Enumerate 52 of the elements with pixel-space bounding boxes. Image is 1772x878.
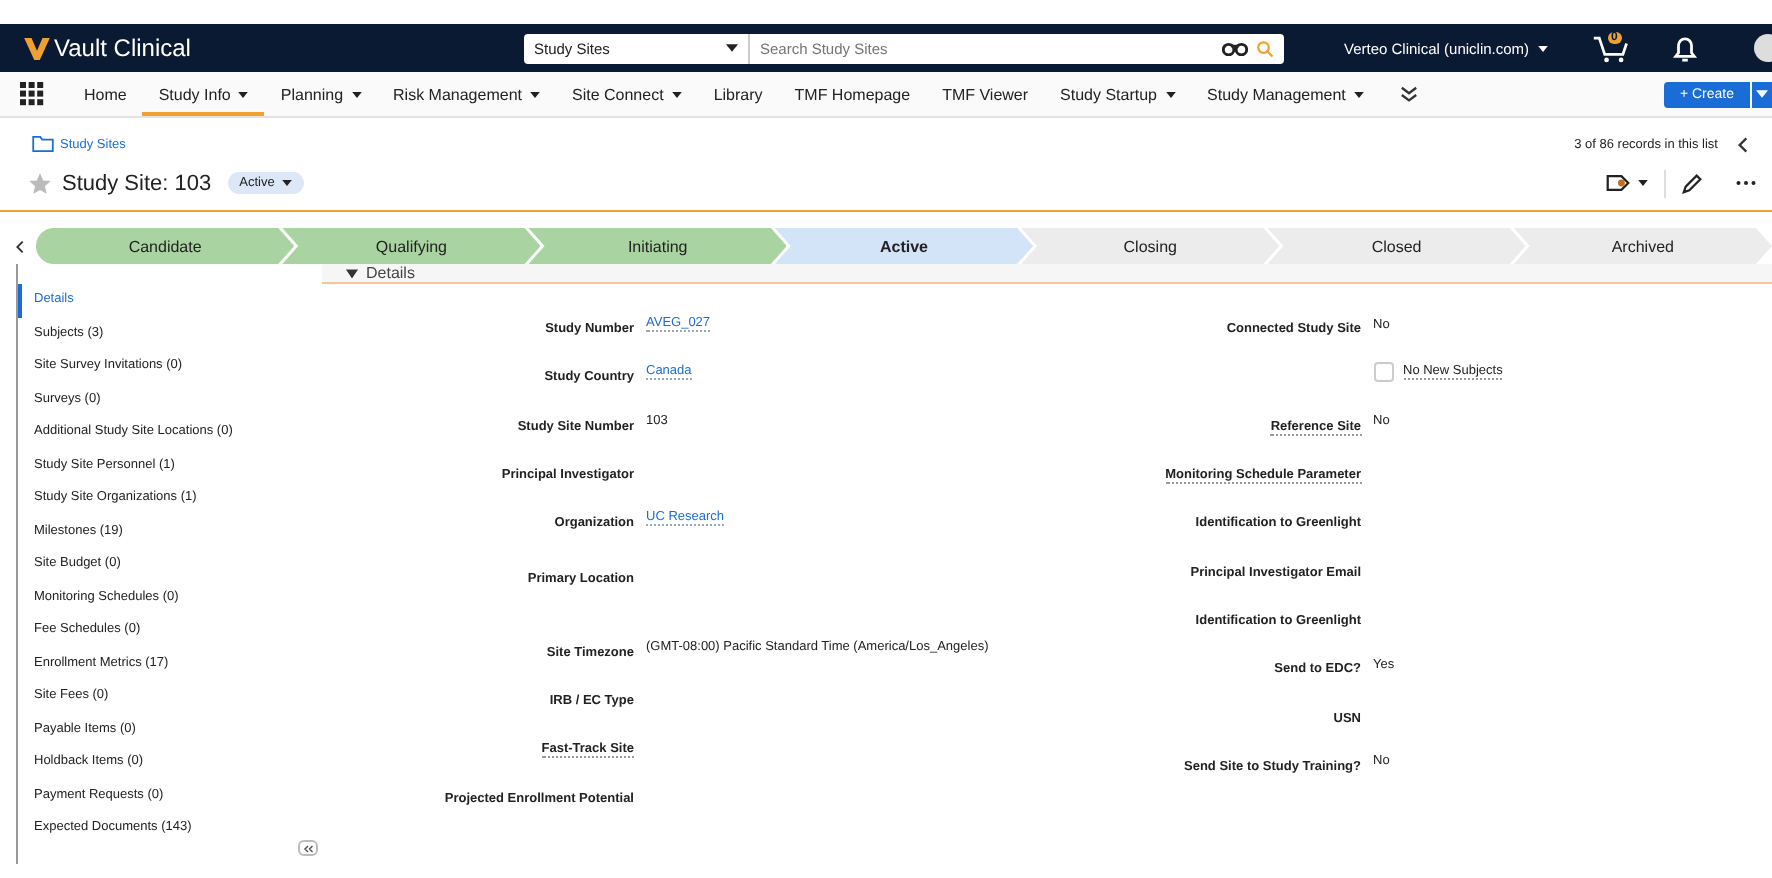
more-actions-button[interactable] <box>1736 180 1756 186</box>
section-title: Details <box>366 264 415 282</box>
caret-icon <box>1638 180 1648 186</box>
chevron-left-icon <box>1738 135 1748 153</box>
caret-icon <box>351 91 362 97</box>
lifecycle-stage: Closing <box>1021 228 1280 264</box>
create-dropdown-button[interactable] <box>1752 81 1772 107</box>
chevron-left-icon[interactable] <box>16 239 24 253</box>
nav-tab[interactable]: Site Connect <box>556 72 698 116</box>
nav-tab[interactable]: TMF Viewer <box>926 72 1045 116</box>
caret-icon <box>726 44 738 52</box>
checkbox[interactable] <box>1373 362 1393 383</box>
nav-tab[interactable]: Study Startup <box>1044 72 1192 116</box>
app-logo: Vault Clinical <box>54 34 191 62</box>
double-chevron-left-icon <box>302 843 314 853</box>
caret-icon <box>671 91 682 97</box>
caret-icon <box>282 180 293 186</box>
caret-icon <box>1537 45 1548 51</box>
tag-dropdown-button[interactable] <box>1606 174 1648 192</box>
nav-tab[interactable]: Library <box>697 72 779 116</box>
caret-icon <box>1165 91 1176 97</box>
more-icon <box>1736 180 1756 186</box>
folder-icon <box>32 136 54 152</box>
double-chevron-icon[interactable] <box>1399 85 1418 103</box>
lifecycle-stage: Closed <box>1267 228 1526 264</box>
lifecycle-stage: Qualifying <box>282 228 541 264</box>
nav-tab[interactable]: Study Info <box>142 72 265 116</box>
cart-icon <box>1591 33 1632 63</box>
nav-tab[interactable]: Planning <box>264 72 378 116</box>
tag-icon <box>1606 174 1630 192</box>
record-title: Study Site: 103 <box>62 171 212 195</box>
edit-button[interactable] <box>1682 172 1704 194</box>
caret-icon <box>1353 91 1364 97</box>
nav-tab[interactable]: Risk Management <box>377 72 556 116</box>
star-icon[interactable] <box>28 171 52 195</box>
v-logo-icon <box>24 37 50 59</box>
collapse-sidebar-button[interactable] <box>298 840 318 856</box>
caret-icon <box>530 91 540 97</box>
nav-tab[interactable]: TMF Homepage <box>778 72 927 116</box>
lifecycle-stage: Initiating <box>528 228 787 264</box>
app-grid-icon[interactable] <box>20 82 44 106</box>
notification-bell-icon[interactable] <box>1671 33 1698 63</box>
pencil-icon <box>1682 172 1704 194</box>
lifecycle-stage: Archived <box>1513 228 1772 264</box>
nav-tab[interactable]: Home <box>68 72 143 116</box>
caret-icon <box>1756 90 1768 98</box>
lifecycle-stage: Candidate <box>36 228 295 264</box>
section-header[interactable]: Details <box>322 264 1772 284</box>
nav-tab[interactable]: Study Management <box>1191 72 1380 116</box>
binoculars-icon[interactable] <box>1222 40 1248 56</box>
caret-icon <box>238 91 249 97</box>
lifecycle-stage: Active <box>774 228 1034 264</box>
